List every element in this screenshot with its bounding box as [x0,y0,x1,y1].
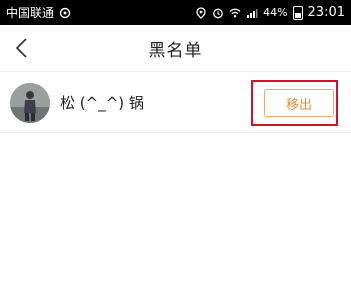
location-icon [195,6,207,19]
alarm-icon [212,7,224,19]
sync-icon [59,7,71,19]
list-item: 松 (^_^) 锅 移出 [0,73,351,133]
carrier-name: 中国联通 [6,6,55,20]
signal-icon [246,7,258,19]
page-title: 黑名单 [148,40,203,61]
clock: 23:01 [307,5,345,20]
remove-button[interactable]: 移出 [264,89,334,117]
status-left: 中国联通 [6,4,71,21]
back-button[interactable] [10,36,34,60]
username: 松 (^_^) 锅 [60,94,144,112]
battery-percent: 44% [263,6,288,19]
status-bar: 中国联通 44% 23:01 [0,0,351,25]
person-photo-icon [10,82,50,123]
chevron-left-icon [15,38,27,58]
blacklist: 松 (^_^) 锅 移出 [0,73,351,133]
nav-bar: 黑名单 [0,25,351,72]
wifi-icon [229,7,241,19]
battery-icon [292,5,303,20]
status-right: 44% 23:01 [195,5,345,20]
avatar[interactable] [10,82,50,123]
